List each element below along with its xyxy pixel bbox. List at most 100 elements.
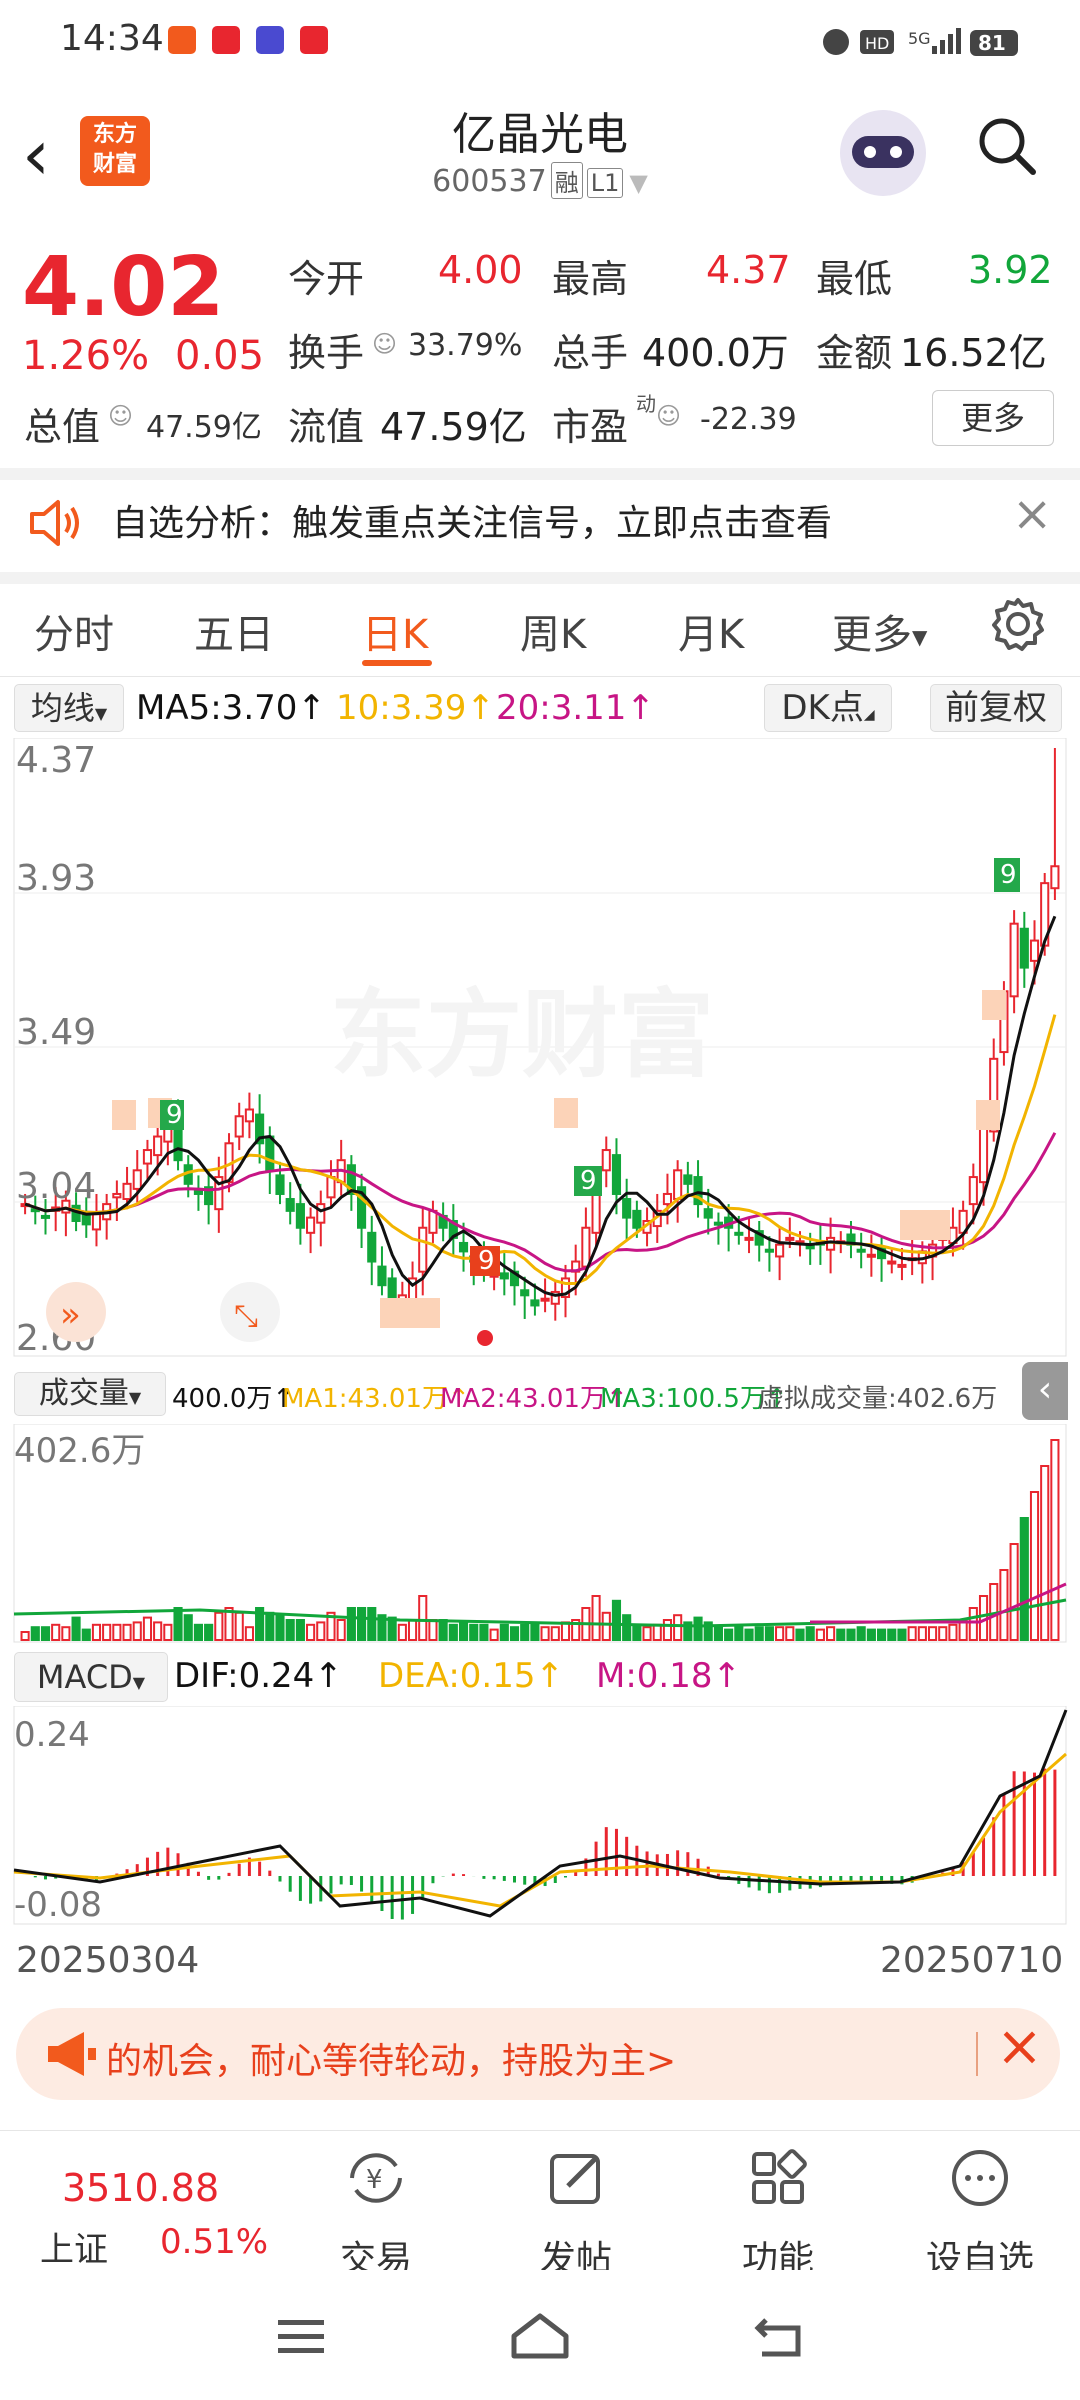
alert-text: 自选分析：触发重点关注信号，立即点击查看 <box>112 503 833 544</box>
pe-label: 市盈 <box>552 405 629 449</box>
back-nav-icon[interactable] <box>752 2310 808 2360</box>
macd-chart[interactable]: 0.24 -0.08 <box>0 1706 1080 1926</box>
candle-body <box>530 1299 540 1307</box>
volume-bar <box>805 1626 815 1641</box>
volume-bar <box>285 1619 295 1641</box>
dropdown-icon[interactable]: ▼ <box>629 169 647 197</box>
info-icon[interactable]: ☺ <box>108 402 133 430</box>
close-icon[interactable]: × <box>1012 486 1052 542</box>
candle-body <box>326 1176 336 1199</box>
candle-body <box>856 1248 866 1253</box>
candle-body <box>275 1174 285 1195</box>
post-edit-icon[interactable] <box>546 2148 606 2208</box>
vol-ma1-value: MA1:43.01万 <box>282 1384 448 1414</box>
candle-body <box>1029 939 1040 962</box>
banner-text: 的机会，耐心等待轮动，持股为主> <box>106 2041 677 2082</box>
trade-yuan-icon[interactable]: ¥ <box>344 2148 408 2208</box>
volume-bar <box>122 1623 132 1642</box>
ma5-label: MA5:3.70↑ <box>136 688 326 728</box>
candle-body <box>622 1198 632 1219</box>
megaphone-icon <box>48 2032 96 2076</box>
tab-monthly-k[interactable]: 月K <box>678 602 744 660</box>
candle-body <box>683 1174 693 1185</box>
pe-value: -22.39 <box>700 402 797 437</box>
menu-icon[interactable] <box>276 2316 326 2356</box>
volume-bar <box>540 1626 550 1641</box>
index-value[interactable]: 3510.88 <box>62 2166 219 2210</box>
volume-bar <box>489 1628 499 1642</box>
home-icon[interactable] <box>508 2310 572 2360</box>
m-label: M:0.18↑ <box>596 1656 741 1696</box>
volume-chart[interactable]: 402.6万 <box>0 1424 1080 1644</box>
volume-bar <box>520 1623 530 1642</box>
index-change[interactable]: 0.51% <box>160 2222 268 2262</box>
more-quote-button[interactable]: 更多 <box>932 390 1054 446</box>
volume-bar <box>601 1611 611 1642</box>
volume-selector[interactable]: 成交量▼ <box>14 1372 166 1416</box>
assistant-robot-icon[interactable] <box>840 110 926 196</box>
volume-bar <box>428 1619 438 1641</box>
alert-bar[interactable]: 自选分析：触发重点关注信号，立即点击查看 × <box>0 480 1080 572</box>
volume-bar <box>764 1626 774 1641</box>
dk-point-button[interactable]: DK点◢ <box>764 684 892 732</box>
volume-bar <box>693 1616 703 1642</box>
tab-five-day[interactable]: 五日 <box>194 602 274 660</box>
volume-bar <box>61 1626 71 1641</box>
volume-bar <box>591 1595 601 1641</box>
candle-body <box>764 1248 774 1253</box>
macd-axis-bottom: -0.08 <box>14 1885 102 1925</box>
settings-gear-icon[interactable] <box>990 596 1046 652</box>
volume-now: 400.0万 <box>172 1384 273 1414</box>
macd-selector[interactable]: MACD▼ <box>14 1652 168 1702</box>
amount-value: 16.52亿 <box>900 331 1047 375</box>
date-start: 20250304 <box>16 1940 200 1981</box>
dea-value: DEA:0.15 <box>378 1656 536 1696</box>
volume-bar <box>204 1623 214 1642</box>
speaker-icon <box>30 500 79 546</box>
add-watchlist-icon[interactable] <box>950 2148 1010 2208</box>
volume-bar <box>479 1623 489 1642</box>
low-label: 最低 <box>816 257 893 301</box>
tab-intraday[interactable]: 分时 <box>34 602 114 660</box>
candle-body <box>897 1263 907 1268</box>
search-icon[interactable] <box>975 114 1037 176</box>
index-name[interactable]: 上证 <box>40 2222 108 2271</box>
volume-bar <box>244 1626 254 1641</box>
divider <box>0 676 1080 677</box>
promo-banner[interactable]: 的机会，耐心等待轮动，持股为主> × <box>16 2008 1060 2100</box>
info-icon[interactable]: ☺ <box>372 330 397 358</box>
tab-daily-k[interactable]: 日K <box>362 602 428 660</box>
divider <box>0 468 1080 480</box>
change-amount: 0.05 <box>175 333 265 379</box>
volume-bar <box>336 1619 346 1641</box>
candle-body <box>153 1135 163 1157</box>
app-notification-icon <box>300 26 328 54</box>
signal-marker <box>982 990 1006 1020</box>
ma5-value: MA5:3.70 <box>136 688 298 728</box>
status-time: 14:34 <box>60 18 164 59</box>
candlestick-chart[interactable]: 东方财富 4.37 3.93 3.49 3.04 2.60 9 9 9 9 » … <box>0 738 1080 1358</box>
volume-bar <box>724 1628 734 1642</box>
close-icon[interactable]: × <box>996 2014 1043 2079</box>
ma-selector[interactable]: 均线▼ <box>14 684 124 732</box>
volume-bar <box>642 1626 652 1641</box>
candle-body <box>744 1236 754 1241</box>
volume-bar <box>611 1599 622 1642</box>
volume-bar <box>1040 1465 1050 1641</box>
high-value: 4.37 <box>706 248 791 292</box>
tab-weekly-k[interactable]: 周K <box>520 602 586 660</box>
volume-bar <box>397 1623 407 1642</box>
info-icon[interactable]: ☺ <box>656 402 681 430</box>
volume-bar <box>265 1611 275 1642</box>
ma20-value: 20:3.11 <box>496 688 627 728</box>
volume-bar <box>183 1614 193 1641</box>
dropdown-icon: ▼ <box>132 1673 146 1692</box>
tab-more[interactable]: 更多▼ <box>832 602 927 660</box>
candle-body <box>662 1192 673 1206</box>
volume-bar <box>866 1628 876 1642</box>
adjust-button[interactable]: 前复权 <box>930 684 1062 732</box>
turnover-value: 33.79% <box>408 328 523 363</box>
collapse-panel-icon[interactable]: ‹ <box>1022 1362 1068 1420</box>
functions-grid-icon[interactable] <box>748 2148 808 2208</box>
date-end: 20250710 <box>880 1940 1064 1981</box>
